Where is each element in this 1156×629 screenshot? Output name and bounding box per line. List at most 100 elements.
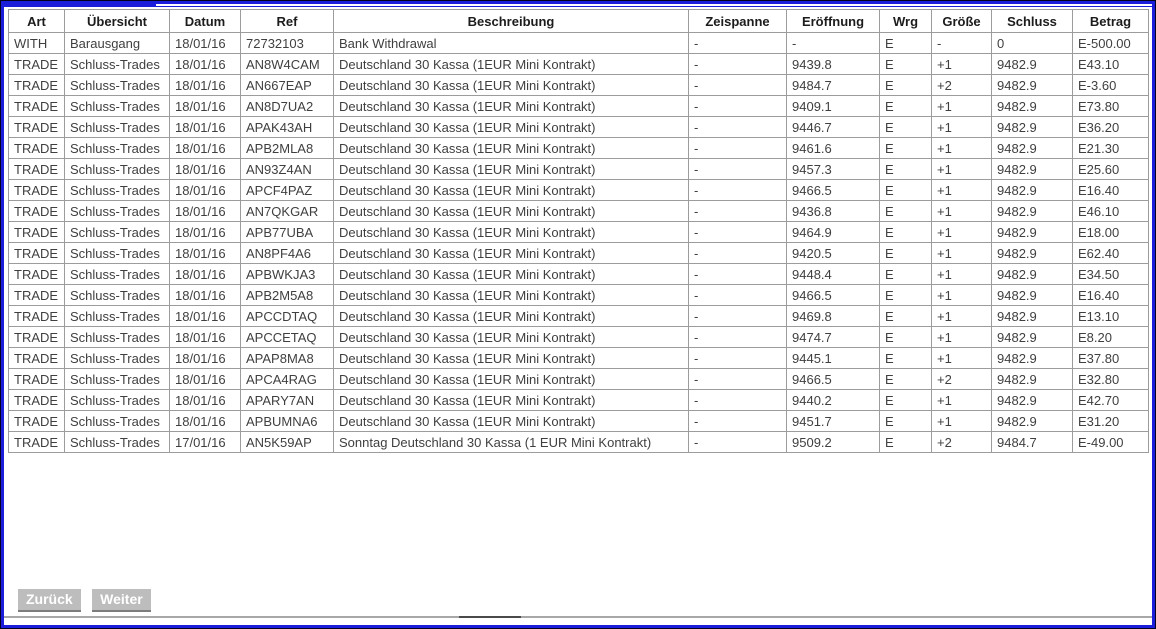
table-row: TRADE Schluss-Trades 18/01/16 APBWKJA3 Deuts… <box>8 263 1149 285</box>
cell-zeispanne: - <box>688 221 787 243</box>
cell-groesse: +1 <box>931 116 992 138</box>
cell-betrag: E16.40 <box>1072 179 1149 201</box>
page-frame: Art Übersicht Datum Ref Beschreibung Zeispann… <box>0 0 1156 629</box>
cell-schluss: 9482.9 <box>991 221 1073 243</box>
cell-groesse: +1 <box>931 305 992 327</box>
column-header-art: Art <box>8 9 65 33</box>
cell-eroeffnung: 9445.1 <box>786 347 880 369</box>
table-row: TRADE Schluss-Trades 18/01/16 APB77UBA Deuts… <box>8 221 1149 243</box>
cell-eroeffnung: 9439.8 <box>786 53 880 75</box>
cell-datum: 18/01/16 <box>169 200 241 222</box>
cell-schluss: 9482.9 <box>991 116 1073 138</box>
cell-art: TRADE <box>8 305 65 327</box>
cell-wrg: E <box>879 368 932 390</box>
table-row: TRADE Schluss-Trades 17/01/16 AN5K59AP Sonnt… <box>8 431 1149 453</box>
cell-eroeffnung: 9436.8 <box>786 200 880 222</box>
cell-schluss: 9482.9 <box>991 284 1073 306</box>
back-button[interactable]: Zurück <box>18 589 81 612</box>
cell-uebersicht: Schluss-Trades <box>64 431 170 453</box>
cell-groesse: +1 <box>931 389 992 411</box>
cell-uebersicht: Schluss-Trades <box>64 326 170 348</box>
cell-zeispanne: - <box>688 368 787 390</box>
cell-beschreibung: Deutschland 30 Kassa (1EUR Mini Kontrakt… <box>333 389 689 411</box>
cell-eroeffnung: 9466.5 <box>786 179 880 201</box>
horizontal-scrollbar-thumb[interactable] <box>459 616 521 618</box>
cell-beschreibung: Deutschland 30 Kassa (1EUR Mini Kontrakt… <box>333 368 689 390</box>
table-row: TRADE Schluss-Trades 18/01/16 AN667EAP Deuts… <box>8 74 1149 96</box>
cell-wrg: E <box>879 116 932 138</box>
cell-wrg: E <box>879 431 932 453</box>
table-row: TRADE Schluss-Trades 18/01/16 AN8PF4A6 Deuts… <box>8 242 1149 264</box>
cell-ref: APB2MLA8 <box>240 137 334 159</box>
top-accent-line <box>4 6 1152 7</box>
cell-uebersicht: Barausgang <box>64 32 170 54</box>
cell-ref: APCCETAQ <box>240 326 334 348</box>
cell-zeispanne: - <box>688 158 787 180</box>
next-button[interactable]: Weiter <box>92 589 151 612</box>
cell-zeispanne: - <box>688 305 787 327</box>
cell-wrg: E <box>879 326 932 348</box>
cell-zeispanne: - <box>688 200 787 222</box>
table-row: TRADE Schluss-Trades 18/01/16 APCA4RAG Deuts… <box>8 368 1149 390</box>
cell-uebersicht: Schluss-Trades <box>64 221 170 243</box>
cell-schluss: 9484.7 <box>991 431 1073 453</box>
cell-betrag: E21.30 <box>1072 137 1149 159</box>
column-header-schluss: Schluss <box>991 9 1073 33</box>
table-row: TRADE Schluss-Trades 18/01/16 APBUMNA6 Deuts… <box>8 410 1149 432</box>
cell-beschreibung: Deutschland 30 Kassa (1EUR Mini Kontrakt… <box>333 326 689 348</box>
cell-zeispanne: - <box>688 284 787 306</box>
cell-wrg: E <box>879 200 932 222</box>
cell-groesse: +1 <box>931 410 992 432</box>
cell-groesse: +1 <box>931 95 992 117</box>
cell-art: TRADE <box>8 179 65 201</box>
cell-schluss: 9482.9 <box>991 305 1073 327</box>
cell-schluss: 9482.9 <box>991 179 1073 201</box>
column-header-ref: Ref <box>240 9 334 33</box>
cell-eroeffnung: 9440.2 <box>786 389 880 411</box>
cell-eroeffnung: 9464.9 <box>786 221 880 243</box>
table-row: TRADE Schluss-Trades 18/01/16 AN8D7UA2 Deuts… <box>8 95 1149 117</box>
cell-wrg: E <box>879 242 932 264</box>
cell-zeispanne: - <box>688 347 787 369</box>
cell-datum: 18/01/16 <box>169 305 241 327</box>
cell-zeispanne: - <box>688 263 787 285</box>
cell-groesse: +2 <box>931 431 992 453</box>
cell-zeispanne: - <box>688 95 787 117</box>
cell-schluss: 9482.9 <box>991 347 1073 369</box>
cell-betrag: E42.70 <box>1072 389 1149 411</box>
table-row: TRADE Schluss-Trades 18/01/16 APAK43AH Deuts… <box>8 116 1149 138</box>
cell-uebersicht: Schluss-Trades <box>64 242 170 264</box>
table-row: TRADE Schluss-Trades 18/01/16 APB2MLA8 Deuts… <box>8 137 1149 159</box>
cell-groesse: +1 <box>931 263 992 285</box>
cell-art: TRADE <box>8 326 65 348</box>
cell-wrg: E <box>879 410 932 432</box>
column-header-datum: Datum <box>169 9 241 33</box>
cell-ref: APCF4PAZ <box>240 179 334 201</box>
cell-betrag: E8.20 <box>1072 326 1149 348</box>
cell-art: TRADE <box>8 284 65 306</box>
cell-zeispanne: - <box>688 410 787 432</box>
cell-wrg: E <box>879 284 932 306</box>
cell-art: TRADE <box>8 347 65 369</box>
column-header-wrg: Wrg <box>879 9 932 33</box>
cell-datum: 18/01/16 <box>169 347 241 369</box>
table-row: TRADE Schluss-Trades 18/01/16 AN93Z4AN Deuts… <box>8 158 1149 180</box>
cell-schluss: 9482.9 <box>991 200 1073 222</box>
cell-wrg: E <box>879 347 932 369</box>
cell-beschreibung: Deutschland 30 Kassa (1EUR Mini Kontrakt… <box>333 410 689 432</box>
cell-betrag: E25.60 <box>1072 158 1149 180</box>
table-row: TRADE Schluss-Trades 18/01/16 APCCDTAQ Deuts… <box>8 305 1149 327</box>
horizontal-scrollbar-track[interactable] <box>4 616 1152 618</box>
cell-betrag: E43.10 <box>1072 53 1149 75</box>
cell-wrg: E <box>879 32 932 54</box>
top-accent-segment <box>4 4 156 7</box>
cell-ref: AN8D7UA2 <box>240 95 334 117</box>
cell-art: TRADE <box>8 158 65 180</box>
cell-wrg: E <box>879 179 932 201</box>
cell-art: TRADE <box>8 95 65 117</box>
cell-schluss: 9482.9 <box>991 410 1073 432</box>
cell-beschreibung: Deutschland 30 Kassa (1EUR Mini Kontrakt… <box>333 242 689 264</box>
cell-uebersicht: Schluss-Trades <box>64 368 170 390</box>
cell-datum: 18/01/16 <box>169 410 241 432</box>
cell-beschreibung: Deutschland 30 Kassa (1EUR Mini Kontrakt… <box>333 74 689 96</box>
